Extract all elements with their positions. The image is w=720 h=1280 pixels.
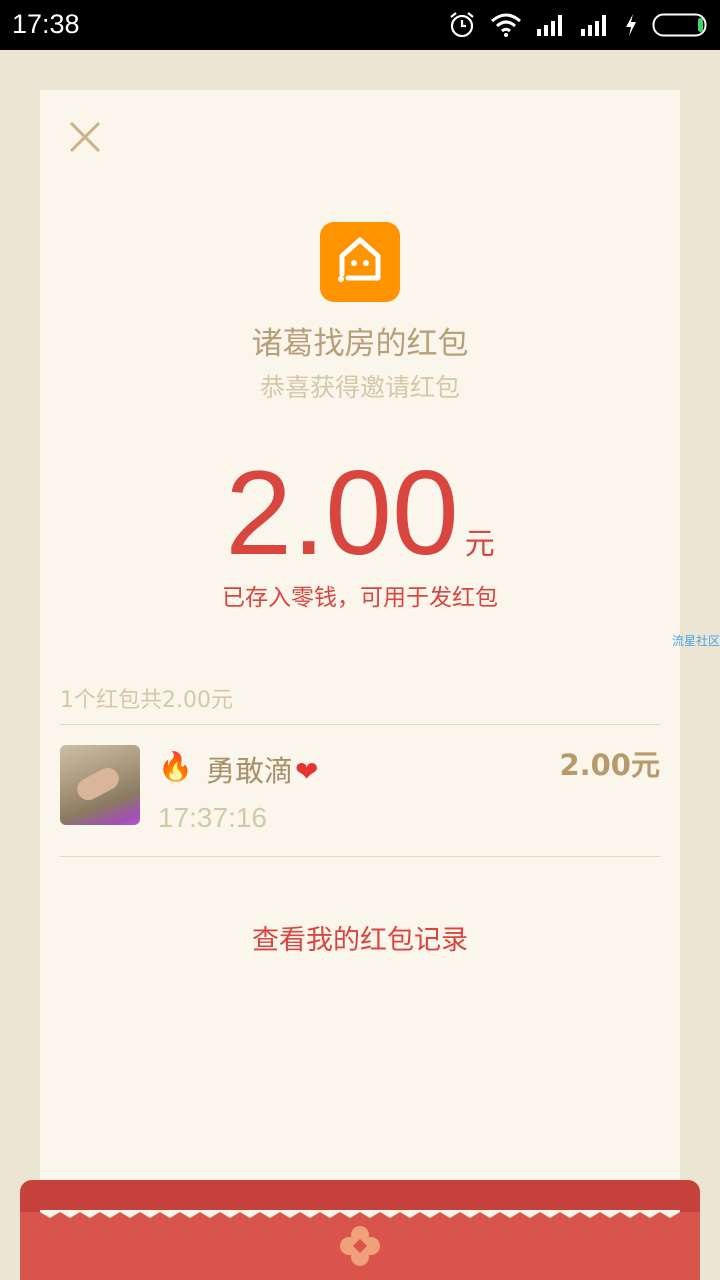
house-logo-icon xyxy=(320,222,400,302)
wifi-icon xyxy=(491,13,521,37)
divider xyxy=(60,856,660,857)
heart-icon: ❤ xyxy=(295,755,319,788)
history-link[interactable]: 查看我的红包记录 xyxy=(40,918,680,957)
amount-unit: 元 xyxy=(464,527,495,562)
nickname-text: 勇敢滴 xyxy=(206,754,294,788)
status-time: 17:38 xyxy=(12,9,80,39)
amount-display: 2.00 元 xyxy=(40,448,680,578)
record-nickname[interactable]: 勇敢滴❤ xyxy=(206,748,318,790)
packet-summary: 1个红包共2.00元 xyxy=(60,688,233,713)
signal-icon xyxy=(581,15,606,36)
zigzag-edge xyxy=(40,1210,680,1218)
saved-note[interactable]: 已存入零钱，可用于发红包 xyxy=(40,578,680,612)
record-amount: 2.00元 xyxy=(559,748,660,782)
greeting-text: 恭喜获得邀请红包 xyxy=(259,373,460,402)
red-packet-card: 诸葛找房的红包 恭喜获得邀请红包 2.00 元 已存入零钱，可用于发红包 1个红包… xyxy=(40,90,680,1230)
battery-icon xyxy=(652,13,707,37)
record-time: 17:37:16 xyxy=(158,802,267,833)
status-bar: 17:38 xyxy=(0,0,720,50)
charging-icon xyxy=(626,14,636,36)
status-icons xyxy=(448,10,708,40)
close-icon[interactable] xyxy=(68,120,102,154)
signal-icon xyxy=(537,15,562,36)
flower-icon xyxy=(340,1226,380,1266)
sender-name: 诸葛找房的红包 xyxy=(251,326,469,362)
avatar[interactable] xyxy=(60,745,140,825)
divider xyxy=(60,724,660,725)
amount-value: 2.00 xyxy=(225,446,459,580)
alarm-icon xyxy=(450,12,474,38)
fire-icon: 🔥 xyxy=(158,750,193,783)
watermark-text: 流星社区 xyxy=(671,634,720,648)
